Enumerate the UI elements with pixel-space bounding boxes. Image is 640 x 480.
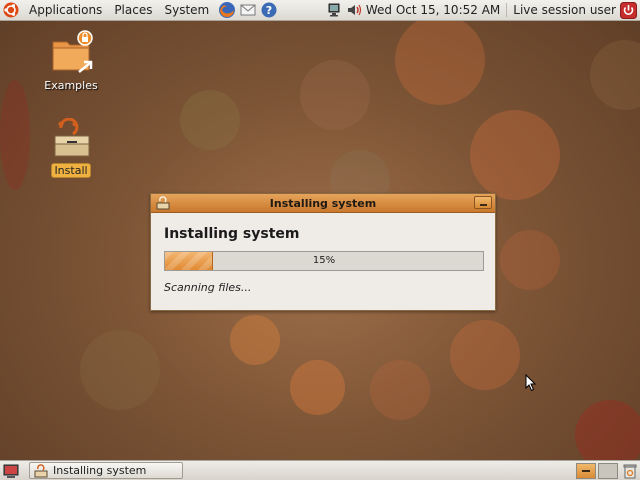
installer-icon bbox=[34, 463, 48, 477]
dialog-heading: Installing system bbox=[164, 226, 300, 242]
volume-icon[interactable] bbox=[346, 2, 362, 18]
examples-folder-icon bbox=[52, 30, 93, 73]
installer-icon bbox=[156, 196, 170, 210]
help-icon[interactable]: ? bbox=[260, 1, 278, 19]
install-icon bbox=[54, 117, 90, 157]
network-icon[interactable] bbox=[326, 2, 342, 18]
minimize-button[interactable] bbox=[474, 196, 492, 209]
mail-icon[interactable] bbox=[239, 1, 257, 19]
taskbar-item-installing-system[interactable]: Installing system bbox=[29, 462, 183, 479]
progress-text: 15% bbox=[312, 255, 336, 266]
clock[interactable]: Wed Oct 15, 10:52 AM bbox=[364, 3, 506, 17]
shutdown-icon[interactable] bbox=[620, 1, 637, 19]
menu-applications[interactable]: Applications bbox=[23, 0, 108, 21]
progress-bar: 15% bbox=[164, 251, 484, 271]
desktop-icon-install[interactable]: Install bbox=[36, 117, 106, 178]
firefox-icon[interactable] bbox=[218, 1, 236, 19]
desktop-icon-label: Examples bbox=[44, 79, 98, 92]
show-desktop-icon[interactable] bbox=[3, 463, 19, 479]
bottom-panel: Installing system bbox=[0, 460, 640, 480]
workspace-2[interactable] bbox=[598, 462, 618, 479]
workspace-1[interactable] bbox=[576, 462, 596, 479]
menu-places[interactable]: Places bbox=[108, 0, 158, 21]
desktop-icon-label: Install bbox=[51, 163, 91, 178]
menu-system[interactable]: System bbox=[158, 0, 215, 21]
top-panel: Applications Places System ? Wed Oct 15,… bbox=[0, 0, 640, 21]
taskbar-item-label: Installing system bbox=[53, 464, 147, 477]
dialog-titlebar[interactable]: Installing system bbox=[151, 194, 495, 213]
desktop-icon-examples[interactable]: Examples bbox=[36, 30, 106, 92]
installing-dialog: Installing system Installing system 15% … bbox=[150, 193, 496, 311]
user-menu[interactable]: Live session user bbox=[506, 3, 620, 17]
ubuntu-logo-icon[interactable] bbox=[3, 2, 19, 18]
dialog-title: Installing system bbox=[269, 196, 377, 210]
svg-text:?: ? bbox=[266, 4, 272, 17]
status-text: Scanning files... bbox=[164, 281, 252, 294]
trash-icon[interactable] bbox=[622, 463, 638, 479]
mouse-cursor-icon bbox=[525, 374, 537, 392]
